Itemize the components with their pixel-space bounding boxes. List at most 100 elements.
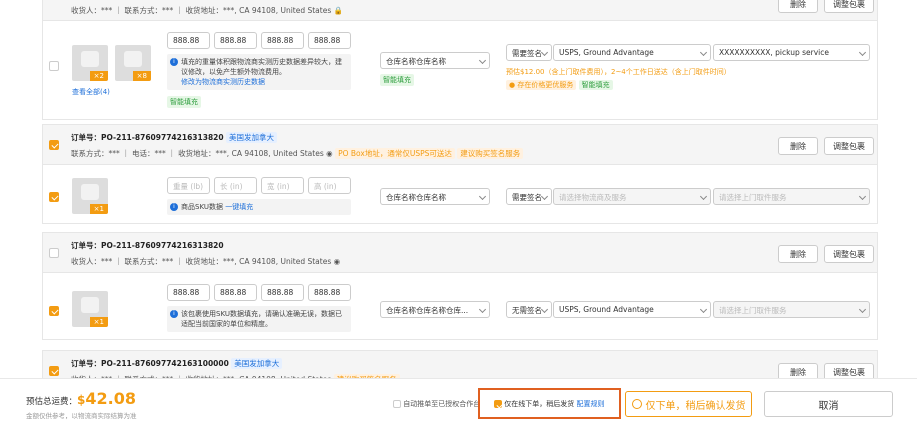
item-checkbox[interactable] xyxy=(49,192,59,202)
use-history-link[interactable]: 修改为物流商实测历史数据 xyxy=(181,78,265,86)
cheaper-service-tag[interactable]: ● 存在价格更优服务 xyxy=(506,80,577,90)
adjust-package-button[interactable]: 调整包裹 xyxy=(824,245,874,263)
signature-suggest-tag: 建议购买签名服务 xyxy=(457,148,524,159)
chevron-down-icon xyxy=(540,192,549,201)
auto-push-checkbox[interactable] xyxy=(393,400,401,408)
order-number: 订单号：PO-211-876097742163100000 美国发加拿大 xyxy=(71,358,283,369)
product-image-icon xyxy=(81,51,99,67)
length-input[interactable]: 888.88 xyxy=(214,284,257,301)
signature-select[interactable]: 需要签名 xyxy=(506,188,552,205)
item-checkbox[interactable] xyxy=(49,306,59,316)
product-thumbnail[interactable]: ×8 xyxy=(115,45,151,81)
smart-fill-tag: 智能填充 xyxy=(380,74,414,86)
carrier-service-select[interactable]: USPS, Ground Advantage xyxy=(553,44,711,61)
length-input[interactable]: 888.88 xyxy=(214,32,257,49)
delete-button[interactable]: 删除 xyxy=(778,0,818,13)
order-number: 订单号：PO-211-87609774216313820 美国发加拿大 xyxy=(71,132,277,143)
height-input[interactable]: 888.88 xyxy=(308,32,351,49)
order-number: 订单号：PO-211-87609774216313820 xyxy=(71,241,224,250)
price-hint-row: ● 存在价格更优服务 智能填充 xyxy=(506,80,613,90)
highlight-box xyxy=(478,388,621,419)
total-amount: 42.08 xyxy=(85,389,136,408)
width-input[interactable]: 宽 (in) xyxy=(261,177,304,194)
product-image-icon xyxy=(124,51,142,67)
order-card-0: 收货人：*** ｜ 联系方式：*** ｜ 收货地址：***, CA 94108,… xyxy=(42,0,878,120)
pobox-warning-tag: PO Box地址，通常仅USPS可送达 xyxy=(335,148,455,159)
delete-button[interactable]: 删除 xyxy=(778,137,818,155)
order-header: 订单号：PO-211-87609774216313820 美国发加拿大 联系方式… xyxy=(43,125,877,165)
signature-select[interactable]: 无需签名 xyxy=(506,301,552,318)
chevron-down-icon xyxy=(858,48,867,57)
eye-icon[interactable]: ◉ xyxy=(326,149,333,158)
action-footer: 预估总运费：$42.08 金额仅供参考，以物流商实际结算为准 自动推单至已授权合… xyxy=(0,378,917,435)
sku-data-hint: i 商品SKU数据 一键填充 xyxy=(167,199,351,215)
carrier-service-select[interactable]: USPS, Ground Advantage xyxy=(553,301,711,318)
pickup-service-select[interactable]: XXXXXXXXXX, pickup service xyxy=(713,44,870,61)
quantity-badge: ×1 xyxy=(89,317,108,327)
delete-button[interactable]: 删除 xyxy=(778,245,818,263)
adjust-package-button[interactable]: 调整包裹 xyxy=(824,0,874,13)
chevron-down-icon xyxy=(699,48,708,57)
item-checkbox[interactable] xyxy=(49,61,59,71)
info-icon: i xyxy=(170,203,178,211)
product-image-icon xyxy=(81,184,99,200)
warehouse-select[interactable]: 仓库名称仓库名称 xyxy=(380,52,490,69)
carrier-service-select[interactable]: 请选择物流商及服务 xyxy=(553,188,711,205)
pickup-service-select[interactable]: 请选择上门取件服务 xyxy=(713,301,870,318)
order-card-1: 订单号：PO-211-87609774216313820 美国发加拿大 联系方式… xyxy=(42,124,878,224)
smart-fill-tag: 智能填充 xyxy=(578,80,613,90)
total-freight: 预估总运费：$42.08 xyxy=(26,389,136,408)
order-meta: 联系方式：*** ｜ 电话：*** ｜ 收货地址：***, CA 94108, … xyxy=(71,148,524,159)
weight-input[interactable]: 888.88 xyxy=(167,32,210,49)
product-thumbnail[interactable]: ×2 xyxy=(72,45,108,81)
quantity-badge: ×1 xyxy=(89,204,108,214)
height-input[interactable]: 高 (in) xyxy=(308,177,351,194)
width-input[interactable]: 888.88 xyxy=(261,32,304,49)
chevron-down-icon xyxy=(699,305,708,314)
pickup-service-select[interactable]: 请选择上门取件服务 xyxy=(713,188,870,205)
order-meta: 收货人：*** ｜ 联系方式：*** ｜ 收货地址：***, CA 94108,… xyxy=(71,6,343,15)
length-input[interactable]: 长 (in) xyxy=(214,177,257,194)
product-thumbnail[interactable]: ×1 xyxy=(72,291,108,327)
chevron-down-icon xyxy=(858,305,867,314)
warning-text: 填充的重量体积跟物流商实测历史数据差异较大，建议修改，以免产生额外物流费用。 xyxy=(181,58,342,76)
signature-select[interactable]: 需要签名 xyxy=(506,44,552,61)
estimate-text: 预估$12.00（含上门取件费用），2~4个工作日送达（含上门取件时间） xyxy=(506,68,731,76)
order-card-2: 订单号：PO-211-87609774216313820 收货人：*** ｜ 联… xyxy=(42,232,878,340)
width-input[interactable]: 888.88 xyxy=(261,284,304,301)
info-icon: i xyxy=(170,58,178,66)
order-checkbox[interactable] xyxy=(49,366,59,376)
chevron-down-icon xyxy=(858,192,867,201)
warehouse-select[interactable]: 仓库名称仓库名称仓库... xyxy=(380,301,490,318)
total-note: 金额仅供参考，以物流商实际结算为准 xyxy=(26,412,137,420)
chevron-down-icon xyxy=(478,192,487,201)
chevron-down-icon xyxy=(478,56,487,65)
order-header: 订单号：PO-211-87609774216313820 收货人：*** ｜ 联… xyxy=(43,233,877,273)
order-checkbox[interactable] xyxy=(49,248,59,258)
dimension-warning: i 填充的重量体积跟物流商实测历史数据差异较大，建议修改，以免产生额外物流费用。… xyxy=(167,54,351,90)
route-tag: 美国发加拿大 xyxy=(226,132,277,143)
quantity-badge: ×8 xyxy=(132,71,151,81)
chevron-down-icon xyxy=(478,305,487,314)
auto-push-option[interactable]: 自动推单至已授权合作台 xyxy=(393,399,480,409)
eye-icon[interactable]: ◉ xyxy=(334,257,341,266)
warehouse-select[interactable]: 仓库名称仓库名称 xyxy=(380,188,490,205)
product-thumbnail[interactable]: ×1 xyxy=(72,178,108,214)
sku-fill-notice: i 该包裹使用SKU数据填充，请确认准确无误，数据已适配当前国家的单位和精度。 xyxy=(167,306,351,332)
order-meta: 收货人：*** ｜ 联系方式：*** ｜ 收货地址：***, CA 94108,… xyxy=(71,257,341,266)
smart-fill-tag: 智能填充 xyxy=(167,96,201,108)
chevron-down-icon xyxy=(540,48,549,57)
weight-input[interactable]: 重量 (lb) xyxy=(167,177,210,194)
height-input[interactable]: 888.88 xyxy=(308,284,351,301)
weight-input[interactable]: 888.88 xyxy=(167,284,210,301)
one-click-fill-link[interactable]: 一键填充 xyxy=(225,203,253,211)
submit-order-button[interactable]: 仅下单，稍后确认发货 xyxy=(625,391,752,417)
order-checkbox[interactable] xyxy=(49,140,59,150)
clock-icon xyxy=(631,399,642,409)
cancel-button[interactable]: 取消 xyxy=(764,391,893,417)
adjust-package-button[interactable]: 调整包裹 xyxy=(824,137,874,155)
chevron-down-icon xyxy=(540,305,549,314)
view-all-link[interactable]: 查看全部(4) xyxy=(72,87,110,97)
lock-icon: 🔒 xyxy=(333,6,343,15)
chevron-down-icon xyxy=(699,192,708,201)
